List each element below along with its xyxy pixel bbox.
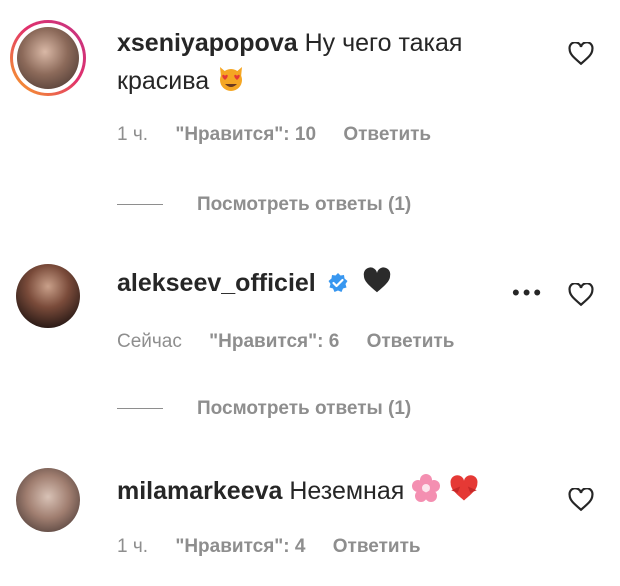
view-replies-button[interactable]: Посмотреть ответы (1) [117, 398, 411, 420]
heart-with-ribbon-emoji-icon [450, 475, 478, 501]
likes-count[interactable]: "Нравится": 4 [175, 536, 305, 558]
like-heart-icon[interactable] [568, 488, 594, 512]
comment-text: красива [117, 67, 210, 95]
avatar [17, 27, 79, 89]
divider-line [117, 204, 163, 206]
reply-button[interactable]: Ответить [333, 536, 421, 558]
avatar-story-ring[interactable] [10, 20, 86, 96]
comment-username[interactable]: xseniyapopova [117, 29, 298, 57]
avatar[interactable] [16, 468, 80, 532]
comment-username[interactable]: alekseev_officiel [117, 269, 316, 297]
likes-count[interactable]: "Нравится": 6 [209, 331, 339, 353]
avatar[interactable] [16, 264, 80, 328]
comment-username[interactable]: milamarkeeva [117, 477, 282, 505]
like-heart-icon[interactable] [568, 283, 594, 307]
reply-button[interactable]: Ответить [367, 331, 455, 353]
divider-line [117, 408, 163, 410]
comment-text: Неземная [289, 477, 405, 505]
reply-button[interactable]: Ответить [343, 124, 431, 146]
comment-time[interactable]: Сейчас [117, 331, 182, 353]
heart-eyes-cat-emoji-icon [220, 67, 243, 91]
like-heart-icon[interactable] [568, 42, 594, 66]
verified-badge-icon [328, 273, 348, 292]
more-options-icon[interactable]: ••• [512, 280, 544, 306]
cherry-blossom-emoji-icon [412, 474, 441, 502]
comment-text: Ну чего такая [304, 29, 463, 57]
view-replies-button[interactable]: Посмотреть ответы (1) [117, 194, 411, 216]
black-heart-emoji-icon [363, 267, 390, 293]
comment-time[interactable]: 1 ч. [117, 536, 148, 558]
comment-time[interactable]: 1 ч. [117, 124, 148, 146]
likes-count[interactable]: "Нравится": 10 [175, 124, 316, 146]
